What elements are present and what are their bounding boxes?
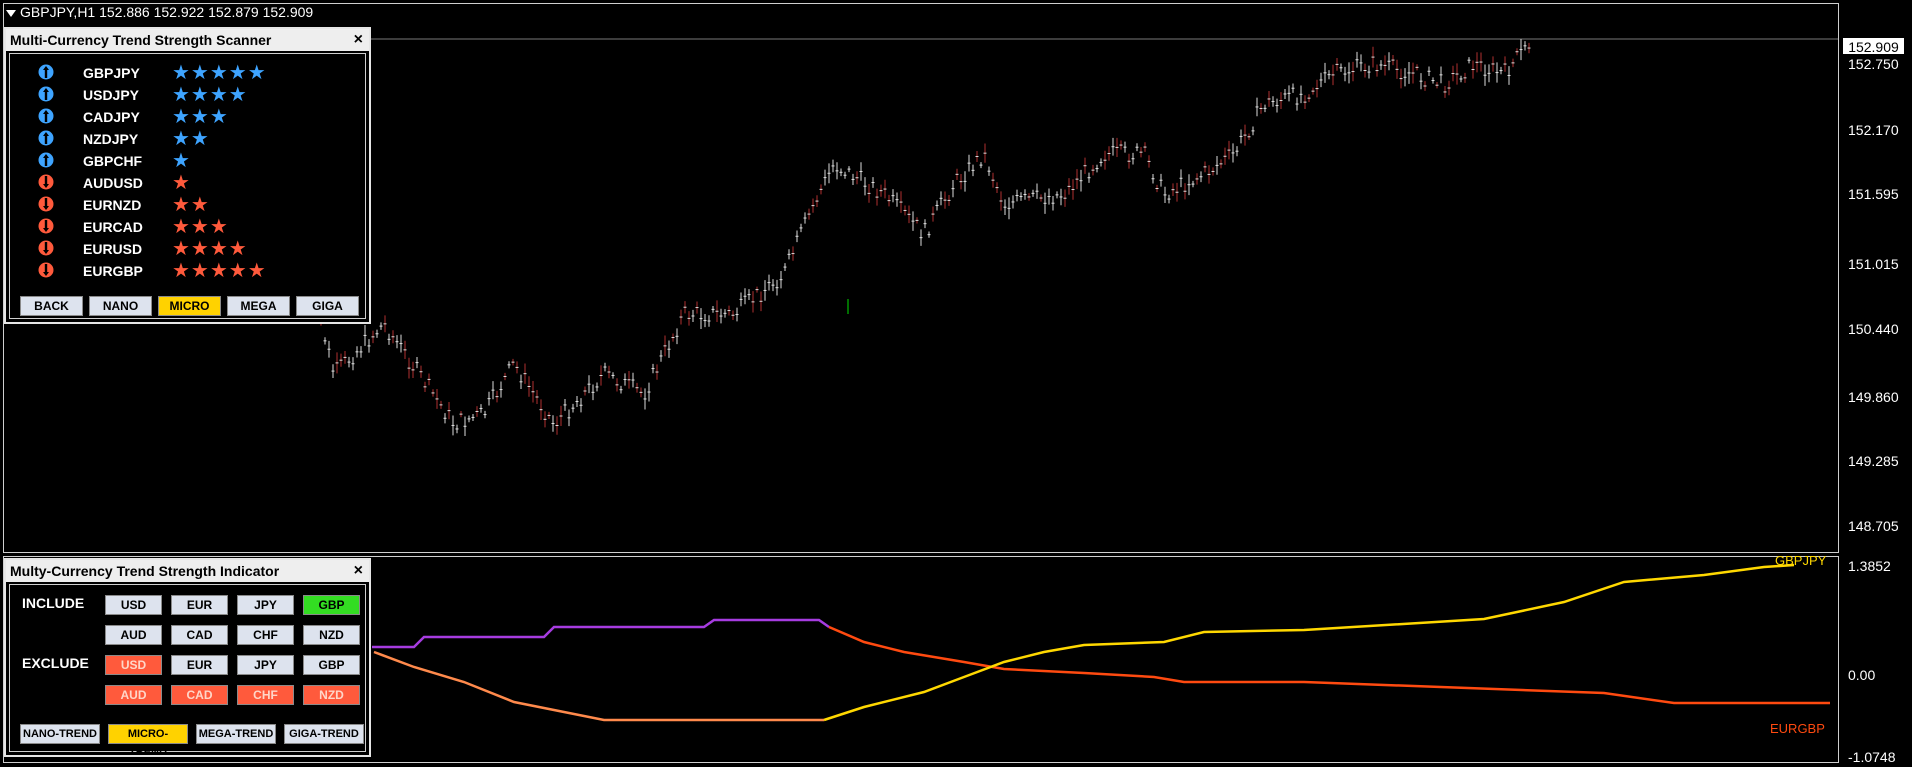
include-btn-cad[interactable]: CAD — [171, 625, 228, 645]
include-label: INCLUDE — [22, 595, 85, 611]
strength-stars: ★★★★★ — [172, 260, 267, 282]
scanner-symbol: GBPCHF — [83, 153, 143, 169]
price-axis-label: 149.285 — [1848, 453, 1899, 469]
include-btn-chf[interactable]: CHF — [237, 625, 294, 645]
scanner-btn-nano[interactable]: NANO — [89, 296, 152, 316]
trend-btn-nano-trend[interactable]: NANO-TREND — [20, 724, 100, 744]
arrow-up-icon — [38, 108, 54, 124]
scanner-title: Multi-Currency Trend Strength Scanner — [6, 29, 369, 51]
current-price-label: 152.909 — [1842, 37, 1905, 55]
trend-btn-giga-trend[interactable]: GIGA-TREND — [284, 724, 364, 744]
exclude-btn-usd[interactable]: USD — [105, 655, 162, 675]
include-btn-usd[interactable]: USD — [105, 595, 162, 615]
scanner-row-gbpjpy[interactable]: GBPJPY ★★★★★ — [10, 62, 370, 84]
exclude-btn-nzd[interactable]: NZD — [303, 685, 360, 705]
trend-btn-mega-trend[interactable]: MEGA-TREND — [196, 724, 276, 744]
scanner-symbol: EURGBP — [83, 263, 143, 279]
symbol-header: GBPJPY,H1 152.886 152.922 152.879 152.90… — [20, 4, 314, 20]
arrow-up-icon — [38, 152, 54, 168]
scanner-panel[interactable]: Multi-Currency Trend Strength Scanner × … — [4, 27, 371, 324]
scanner-row-eurusd[interactable]: EURUSD ★★★★ — [10, 238, 370, 260]
scanner-row-cadjpy[interactable]: CADJPY ★★★ — [10, 106, 370, 128]
series-tag-eurgbp: EURGBP — [1770, 721, 1825, 736]
scanner-row-gbpchf[interactable]: GBPCHF ★ — [10, 150, 370, 172]
arrow-down-icon — [38, 240, 54, 256]
scanner-symbol: USDJPY — [83, 87, 140, 103]
scanner-row-nzdjpy[interactable]: NZDJPY ★★ — [10, 128, 370, 150]
indicator-close-icon[interactable]: × — [354, 560, 363, 582]
indicator-bottom-label: -1.0748 — [1848, 749, 1896, 765]
price-axis-label: 151.015 — [1848, 256, 1899, 272]
include-btn-gbp[interactable]: GBP — [303, 595, 360, 615]
exclude-btn-cad[interactable]: CAD — [171, 685, 228, 705]
series-tag-gbpjpy: GBPJPY — [1775, 553, 1827, 568]
indicator-mid-label: 0.00 — [1848, 667, 1876, 683]
price-axis-label: 149.860 — [1848, 389, 1899, 405]
arrow-down-icon — [38, 262, 54, 278]
indicator-panel[interactable]: Multy-Currency Trend Strength Indicator … — [4, 558, 371, 758]
exclude-btn-jpy[interactable]: JPY — [237, 655, 294, 675]
chart-header: GBPJPY,H1 152.886 152.922 152.879 152.90… — [6, 4, 313, 20]
scanner-symbol: EURNZD — [83, 197, 142, 213]
exclude-btn-chf[interactable]: CHF — [237, 685, 294, 705]
scanner-row-audusd[interactable]: AUDUSD ★ — [10, 172, 370, 194]
scanner-symbol: EURUSD — [83, 241, 143, 257]
scanner-btn-mega[interactable]: MEGA — [227, 296, 290, 316]
include-btn-jpy[interactable]: JPY — [237, 595, 294, 615]
arrow-up-icon — [38, 130, 54, 146]
scanner-row-eurcad[interactable]: EURCAD ★★★ — [10, 216, 370, 238]
exclude-btn-gbp[interactable]: GBP — [303, 655, 360, 675]
include-btn-aud[interactable]: AUD — [105, 625, 162, 645]
scanner-row-eurgbp[interactable]: EURGBP ★★★★★ — [10, 260, 370, 282]
scanner-body: GBPJPY ★★★★★ USDJPY ★★★★ CADJPY ★★★ NZDJPY ★★ GB… — [9, 53, 366, 319]
exclude-btn-aud[interactable]: AUD — [105, 685, 162, 705]
arrow-down-icon — [38, 218, 54, 234]
scanner-symbol: NZDJPY — [83, 131, 139, 147]
price-axis-label: 152.170 — [1848, 122, 1899, 138]
scanner-btn-back[interactable]: BACK — [20, 296, 83, 316]
scanner-row-eurnzd[interactable]: EURNZD ★★ — [10, 194, 370, 216]
exclude-btn-eur[interactable]: EUR — [171, 655, 228, 675]
scanner-close-icon[interactable]: × — [354, 29, 363, 51]
arrow-down-icon — [38, 196, 54, 212]
include-btn-nzd[interactable]: NZD — [303, 625, 360, 645]
scanner-symbol: GBPJPY — [83, 65, 140, 81]
dropdown-triangle-icon[interactable] — [6, 9, 16, 17]
indicator-body: INCLUDE EXCLUDE USD EUR JPY GBP AUD CAD CHF NZD… — [9, 584, 366, 758]
price-axis-label: 151.595 — [1848, 186, 1899, 202]
price-axis-label: 152.750 — [1848, 56, 1899, 72]
trend-btn-micro-trend[interactable]: MICRO-TREND — [108, 724, 188, 758]
arrow-up-icon — [38, 64, 54, 80]
include-btn-eur[interactable]: EUR — [171, 595, 228, 615]
exclude-label: EXCLUDE — [22, 655, 89, 671]
scanner-btn-micro[interactable]: MICRO — [158, 296, 221, 316]
price-axis-label: 150.440 — [1848, 321, 1899, 337]
price-axis-label: 148.705 — [1848, 518, 1899, 534]
indicator-top-label: 1.3852 — [1848, 558, 1891, 574]
scanner-btn-giga[interactable]: GIGA — [296, 296, 359, 316]
scanner-symbol: AUDUSD — [83, 175, 143, 191]
arrow-down-icon — [38, 174, 54, 190]
scanner-row-usdjpy[interactable]: USDJPY ★★★★ — [10, 84, 370, 106]
scanner-symbol: EURCAD — [83, 219, 143, 235]
arrow-up-icon — [38, 86, 54, 102]
indicator-title: Multy-Currency Trend Strength Indicator — [6, 560, 369, 582]
scanner-symbol: CADJPY — [83, 109, 140, 125]
